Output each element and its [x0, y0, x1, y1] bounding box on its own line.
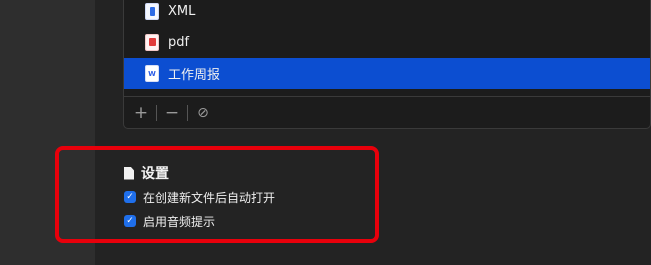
xml-file-icon	[145, 3, 159, 20]
left-rail	[0, 0, 95, 265]
remove-button[interactable]: −	[163, 104, 181, 122]
add-button[interactable]: +	[132, 104, 150, 122]
list-item-label: pdf	[168, 35, 190, 50]
audio-cue-label: 启用音频提示	[143, 214, 216, 229]
settings-heading: 设置	[124, 164, 364, 182]
list-item-weekly-report[interactable]: W 工作周报	[124, 58, 650, 89]
toolbar-divider	[156, 105, 157, 121]
document-icon	[124, 166, 134, 180]
auto-open-label: 在创建新文件后自动打开	[143, 190, 276, 205]
word-file-icon: W	[145, 65, 159, 82]
list-item-xml[interactable]: XML	[124, 0, 650, 27]
auto-open-checkbox[interactable]: ✓	[124, 191, 136, 203]
file-template-list: XML pdf W 工作周报 + − ⊘	[123, 0, 651, 129]
preferences-window: XML pdf W 工作周报 + − ⊘ 设置 ✓ 在创建新文件后自动打开 ✓	[0, 0, 651, 265]
list-item-pdf[interactable]: pdf	[124, 27, 650, 58]
toolbar-divider	[187, 105, 188, 121]
action-menu-icon[interactable]: ⊘	[194, 104, 212, 122]
settings-title: 设置	[141, 166, 169, 182]
auto-open-option[interactable]: ✓ 在创建新文件后自动打开	[124, 188, 364, 206]
list-item-label: 工作周报	[168, 68, 221, 83]
audio-cue-checkbox[interactable]: ✓	[124, 215, 136, 227]
settings-section: 设置 ✓ 在创建新文件后自动打开 ✓ 启用音频提示	[124, 164, 364, 230]
pdf-file-icon	[145, 34, 159, 51]
list-item-label: XML	[168, 4, 196, 19]
list-toolbar: + − ⊘	[124, 96, 650, 128]
audio-cue-option[interactable]: ✓ 启用音频提示	[124, 212, 364, 230]
